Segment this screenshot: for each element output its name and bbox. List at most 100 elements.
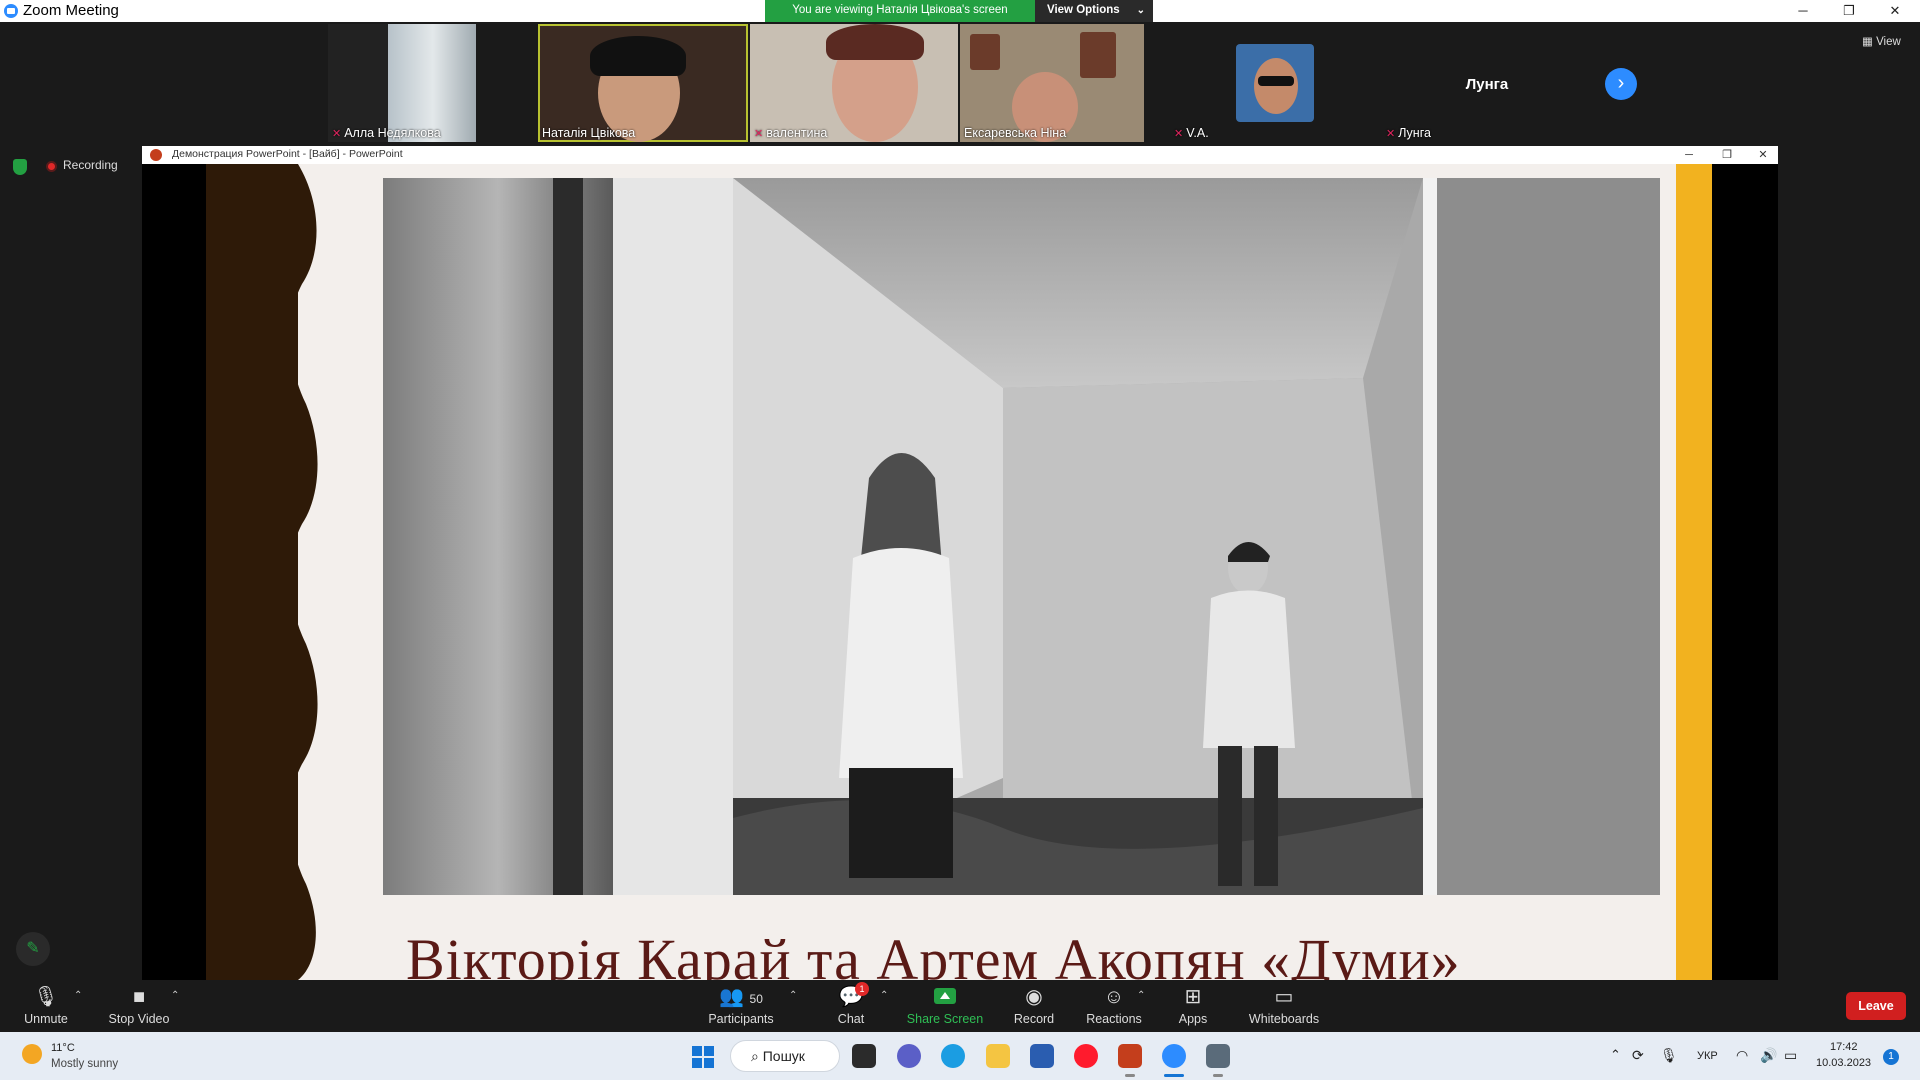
video-options-caret-icon[interactable]: ⌃ (171, 990, 179, 1001)
powerpoint-window-title: Демонстрация PowerPoint - [Вайб] - Power… (172, 148, 403, 160)
participant-name: Наталія Цвікова (542, 126, 636, 140)
reactions-smiley-icon: ☺ (1103, 986, 1125, 1008)
teams-chat-icon[interactable] (897, 1044, 921, 1068)
microphone-tray-icon[interactable]: 🎙 (1660, 1047, 1678, 1064)
leave-button[interactable]: Leave (1846, 992, 1906, 1020)
chat-caret-icon[interactable]: ⌃ (880, 990, 888, 1001)
mic-off-icon: ✕ (1386, 128, 1396, 140)
weather-description[interactable]: Mostly sunny (51, 1058, 118, 1070)
grid-view-icon: ▦ (1862, 36, 1873, 48)
participant-tile[interactable]: Ексаревська Ніна (960, 24, 1144, 142)
edge-browser-icon[interactable] (941, 1044, 965, 1068)
whiteboards-button[interactable]: ▭ Whiteboards (1244, 980, 1324, 1032)
volume-icon[interactable]: 🔊 (1760, 1047, 1777, 1064)
window-titlebar: Zoom Meeting You are viewing Наталія Цві… (0, 0, 1920, 22)
stop-video-label: Stop Video (108, 1012, 170, 1026)
battery-icon[interactable]: ▭ (1784, 1047, 1797, 1064)
sync-icon[interactable]: ⟳ (1632, 1047, 1644, 1064)
recording-label[interactable]: Recording (63, 158, 118, 172)
window-title: Zoom Meeting (23, 2, 119, 19)
calculator-icon[interactable] (1206, 1044, 1230, 1068)
recording-dot-icon (46, 161, 57, 172)
participant-name: ✕ Лунга (1386, 126, 1431, 140)
reactions-button[interactable]: ☺ Reactions (1084, 980, 1144, 1032)
wifi-icon[interactable]: ◠ (1736, 1047, 1748, 1064)
apps-icon: ⊞ (1184, 986, 1202, 1008)
participant-tile[interactable]: ✕ Алла Недялкова (328, 24, 476, 142)
minimize-button[interactable]: ─ (1780, 0, 1826, 22)
store-icon[interactable] (1030, 1044, 1054, 1068)
mic-off-icon: ✕ (1174, 128, 1184, 140)
video-feed-decor (970, 34, 1000, 70)
clock-date[interactable]: 10.03.2023 (1816, 1057, 1871, 1069)
ppt-restore-icon: ❐ (1722, 149, 1732, 161)
chat-label: Chat (837, 1012, 865, 1026)
running-indicator (1213, 1074, 1223, 1077)
participants-caret-icon[interactable]: ⌃ (789, 990, 797, 1001)
weather-temperature[interactable]: 11°C (51, 1042, 75, 1054)
slide-title: Вікторія Карай та Артем Акопян «Думи» (406, 927, 1461, 980)
apps-label: Apps (1178, 1012, 1208, 1026)
stop-video-button[interactable]: ■ Stop Video (105, 980, 173, 1032)
annotate-pencil-icon[interactable]: ✎ (16, 932, 50, 966)
participant-display-name: Лунга (1465, 76, 1509, 93)
apps-button[interactable]: ⊞ Apps (1174, 980, 1212, 1032)
participant-name: ✕ V.A. (1174, 126, 1209, 140)
powerpoint-taskbar-icon[interactable] (1118, 1044, 1142, 1068)
taskbar-search[interactable]: ⌕ Пошук (730, 1040, 840, 1072)
participant-name: ✕ Алла Недялкова (332, 126, 441, 140)
participant-tile[interactable]: ✕ V.A. (1170, 24, 1380, 142)
windows-start-icon[interactable] (692, 1046, 714, 1068)
video-feed-decor (1080, 32, 1116, 78)
mic-off-icon: ✕ (332, 128, 342, 140)
record-label: Record (1013, 1012, 1055, 1026)
reactions-caret-icon[interactable]: ⌃ (1137, 990, 1145, 1001)
windows-taskbar: 11°C Mostly sunny ⌕ Пошук ⌃ ⟳ 🎙 УКР ◠ 🔊 … (0, 1032, 1920, 1080)
file-explorer-icon[interactable] (986, 1044, 1010, 1068)
slide-wave-edge (288, 164, 318, 980)
record-button[interactable]: ◉ Record (1010, 980, 1058, 1032)
chevron-down-icon: ⌄ (1136, 5, 1145, 16)
security-shield-icon[interactable] (13, 159, 27, 175)
video-camera-icon: ■ (132, 986, 146, 1008)
photo-artwork (383, 178, 1660, 895)
participant-tile-active-speaker[interactable]: Наталія Цвікова (538, 24, 748, 142)
zoom-logo-icon (4, 4, 18, 18)
chat-button[interactable]: 💬 1 Chat (830, 980, 872, 1032)
notification-count-badge[interactable]: 1 (1883, 1049, 1899, 1065)
participant-tile[interactable]: ✕ валентина (750, 24, 958, 142)
viewing-screen-banner: You are viewing Наталія Цвікова's screen (765, 0, 1035, 22)
weather-sun-icon[interactable] (22, 1044, 42, 1064)
slide-right-band (1676, 164, 1712, 980)
record-icon: ◉ (1025, 986, 1043, 1008)
microphone-muted-icon: 🎙 (33, 986, 59, 1008)
next-page-arrow-icon[interactable]: › (1605, 68, 1637, 100)
slide-left-band (206, 164, 298, 980)
video-feed-hair (826, 24, 924, 60)
view-label: View (1876, 36, 1901, 48)
participants-button[interactable]: 👥 50 Participants (702, 980, 780, 1032)
ppt-close-icon: ✕ (1758, 149, 1768, 161)
avatar (1236, 44, 1314, 122)
restore-button[interactable]: ❐ (1826, 0, 1872, 22)
view-layout-button[interactable]: ▦ View (1862, 34, 1901, 48)
tray-overflow-icon[interactable]: ⌃ (1610, 1047, 1621, 1063)
unmute-button[interactable]: 🎙 Unmute (20, 980, 72, 1032)
ppt-minimize-icon: ─ (1685, 149, 1693, 161)
mic-off-icon: ✕ (754, 128, 764, 140)
participant-tile[interactable]: Лунга ✕ Лунга (1382, 24, 1592, 142)
powerpoint-icon (150, 149, 162, 161)
opera-browser-icon[interactable] (1074, 1044, 1098, 1068)
share-screen-button[interactable]: Share Screen (905, 980, 985, 1032)
audio-options-caret-icon[interactable]: ⌃ (74, 990, 82, 1001)
close-button[interactable]: ✕ (1872, 0, 1918, 22)
language-indicator[interactable]: УКР (1697, 1050, 1718, 1062)
running-indicator (1125, 1074, 1135, 1077)
participants-count: 50 (749, 992, 763, 1006)
zoom-taskbar-icon[interactable] (1162, 1044, 1186, 1068)
chat-unread-badge: 1 (855, 982, 869, 996)
task-view-icon[interactable] (852, 1044, 876, 1068)
clock-time[interactable]: 17:42 (1830, 1041, 1858, 1053)
view-options-button[interactable]: View Options ⌄ (1035, 0, 1153, 22)
whiteboards-label: Whiteboards (1248, 1012, 1320, 1026)
